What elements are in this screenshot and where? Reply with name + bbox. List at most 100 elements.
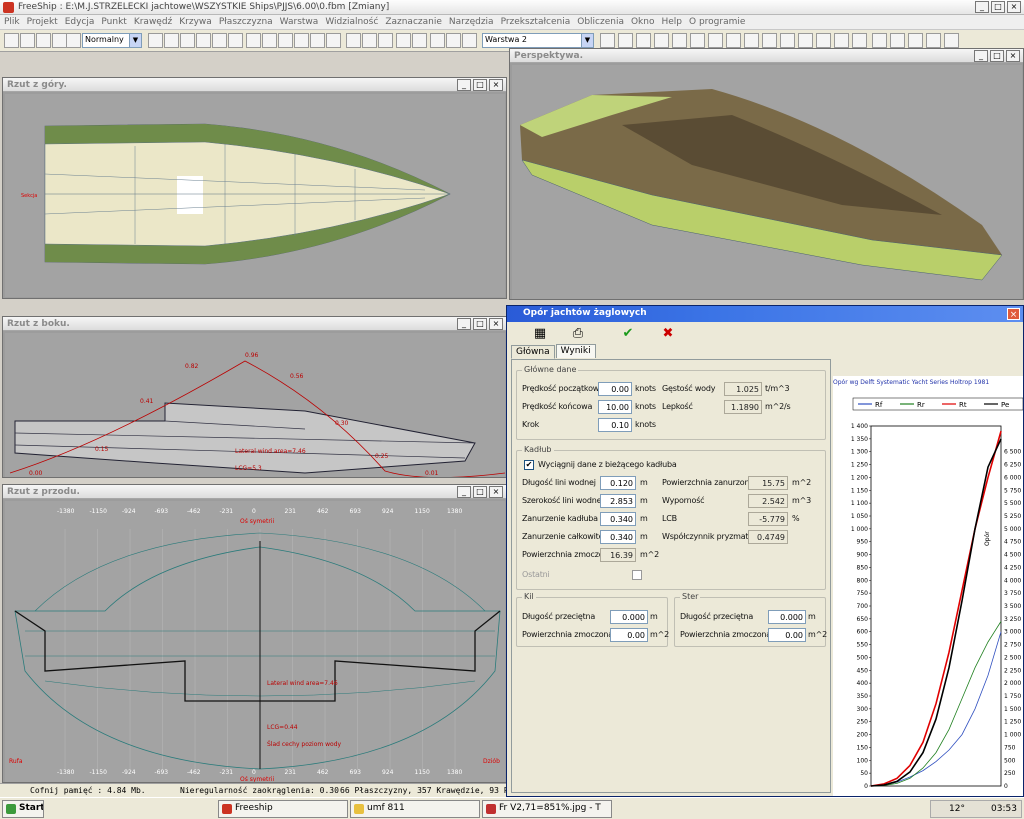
field-value[interactable]: 0.00	[598, 382, 632, 396]
menu-item[interactable]: Zaznaczanie	[385, 17, 442, 27]
front-view-window[interactable]: Rzut z przodu. _ □ × Oś symetrii Oś symetr…	[2, 484, 507, 783]
menu-item[interactable]: Edycja	[65, 17, 95, 27]
clock[interactable]: 03:53	[991, 804, 1017, 814]
menu-item[interactable]: Krzywa	[179, 17, 212, 27]
menu-item[interactable]: Obliczenia	[577, 17, 624, 27]
minimize-button[interactable]: _	[457, 318, 471, 330]
top-view-canvas[interactable]: Sekcja	[5, 94, 505, 297]
perspective-view-window[interactable]: Perspektywa. _ □ ×	[509, 48, 1024, 300]
toolbar-button[interactable]	[20, 33, 35, 48]
menu-item[interactable]: Płaszczyzna	[219, 17, 273, 27]
front-view-canvas[interactable]: Oś symetrii Oś symetrii Rufa Dziób Later…	[5, 501, 505, 782]
menu-item[interactable]: Projekt	[27, 17, 58, 27]
side-view-window[interactable]: Rzut z boku. _ □ × 0.00 0.41 0.82 0.96 0.5…	[2, 316, 507, 478]
close-button[interactable]: ×	[489, 318, 503, 330]
toolbar-button[interactable]	[762, 33, 777, 48]
field-value[interactable]: 10.00	[598, 400, 632, 414]
menu-item[interactable]: Warstwa	[280, 17, 319, 27]
menu-item[interactable]: Widzialność	[325, 17, 378, 27]
close-button[interactable]: ×	[1007, 1, 1021, 13]
toolbar-button[interactable]	[872, 33, 887, 48]
print-icon[interactable]: ⎙	[567, 324, 589, 344]
maximize-button[interactable]: □	[990, 50, 1004, 62]
toolbar-button[interactable]	[926, 33, 941, 48]
toolbar-button[interactable]	[278, 33, 293, 48]
toolbar-button[interactable]	[780, 33, 795, 48]
side-view-canvas[interactable]: 0.00 0.41 0.82 0.96 0.56 0.15 0.30 0.25 …	[5, 333, 505, 477]
toolbar-button[interactable]	[834, 33, 849, 48]
close-button[interactable]: ×	[489, 79, 503, 91]
field-value[interactable]: 0.00	[610, 628, 648, 642]
minimize-button[interactable]: _	[457, 486, 471, 498]
toolbar-button[interactable]	[36, 33, 51, 48]
perspective-canvas[interactable]	[512, 65, 1022, 299]
toolbar-button[interactable]	[462, 33, 477, 48]
toolbar-button[interactable]	[246, 33, 261, 48]
toolbar-button[interactable]	[396, 33, 411, 48]
menu-item[interactable]: Punkt	[101, 17, 126, 27]
menu-item[interactable]: Plik	[4, 17, 20, 27]
menu-item[interactable]: Help	[661, 17, 682, 27]
toolbar-button[interactable]	[744, 33, 759, 48]
toolbar-button[interactable]	[852, 33, 867, 48]
toolbar-button[interactable]	[600, 33, 615, 48]
field-value[interactable]: 0.340	[600, 512, 636, 526]
toolbar-button[interactable]	[262, 33, 277, 48]
dialog-close-button[interactable]: ×	[1007, 308, 1020, 320]
toolbar-button[interactable]	[196, 33, 211, 48]
toolbar-button[interactable]	[362, 33, 377, 48]
toolbar-button[interactable]	[164, 33, 179, 48]
toolbar-button[interactable]	[228, 33, 243, 48]
toolbar-button[interactable]	[672, 33, 687, 48]
toolbar-button[interactable]	[708, 33, 723, 48]
menu-item[interactable]: Przekształcenia	[501, 17, 571, 27]
start-button[interactable]: Start	[2, 800, 44, 818]
calculator-icon[interactable]: ▦	[529, 324, 551, 344]
menu-item[interactable]: Krawędź	[134, 17, 172, 27]
toolbar-button[interactable]	[378, 33, 393, 48]
ok-check-icon[interactable]: ✔	[617, 324, 639, 344]
field-value[interactable]: 0.000	[610, 610, 648, 624]
toolbar-button[interactable]	[690, 33, 705, 48]
toolbar-button[interactable]	[908, 33, 923, 48]
task-freeship[interactable]: Freeship	[218, 800, 348, 818]
field-value[interactable]: 2.853	[600, 494, 636, 508]
toolbar-button[interactable]	[148, 33, 163, 48]
top-view-window[interactable]: Rzut z góry. _ □ × Sekcja	[2, 77, 507, 299]
toolbar-button[interactable]	[446, 33, 461, 48]
toolbar-button[interactable]	[636, 33, 651, 48]
close-button[interactable]: ×	[1006, 50, 1020, 62]
toolbar-button[interactable]	[430, 33, 445, 48]
maximize-button[interactable]: □	[473, 79, 487, 91]
field-value[interactable]: 0.340	[600, 530, 636, 544]
cancel-x-icon[interactable]: ✖	[657, 324, 679, 344]
maximize-button[interactable]: □	[473, 318, 487, 330]
field-value[interactable]: 0.120	[600, 476, 636, 490]
toolbar-button[interactable]	[346, 33, 361, 48]
minimize-button[interactable]: _	[975, 1, 989, 13]
toolbar-button[interactable]	[212, 33, 227, 48]
toolbar-button[interactable]	[294, 33, 309, 48]
minimize-button[interactable]: _	[457, 79, 471, 91]
toolbar-button[interactable]	[654, 33, 669, 48]
menu-item[interactable]: Okno	[631, 17, 655, 27]
layer-combo[interactable]: Warstwa 2 ▼	[482, 33, 594, 48]
close-button[interactable]: ×	[489, 486, 503, 498]
field-value[interactable]: 0.10	[598, 418, 632, 432]
tab-main[interactable]: Główna	[511, 345, 555, 359]
toolbar-button[interactable]	[412, 33, 427, 48]
toolbar-button[interactable]	[66, 33, 81, 48]
maximize-button[interactable]: □	[473, 486, 487, 498]
menu-item[interactable]: O programie	[689, 17, 745, 27]
toolbar-button[interactable]	[890, 33, 905, 48]
task-folder[interactable]: umf 811	[350, 800, 480, 818]
toolbar-button[interactable]	[726, 33, 741, 48]
toolbar-button[interactable]	[180, 33, 195, 48]
toolbar-button[interactable]	[52, 33, 67, 48]
field-value[interactable]: 0.00	[768, 628, 806, 642]
toolbar-button[interactable]	[4, 33, 19, 48]
extract-hull-checkbox[interactable]: ✔	[524, 460, 534, 470]
resistance-dialog[interactable]: Opór jachtów żaglowych × ▦ ⎙ ✔ ✖ Główna W…	[506, 305, 1024, 797]
restore-button[interactable]: □	[991, 1, 1005, 13]
toolbar-button[interactable]	[798, 33, 813, 48]
